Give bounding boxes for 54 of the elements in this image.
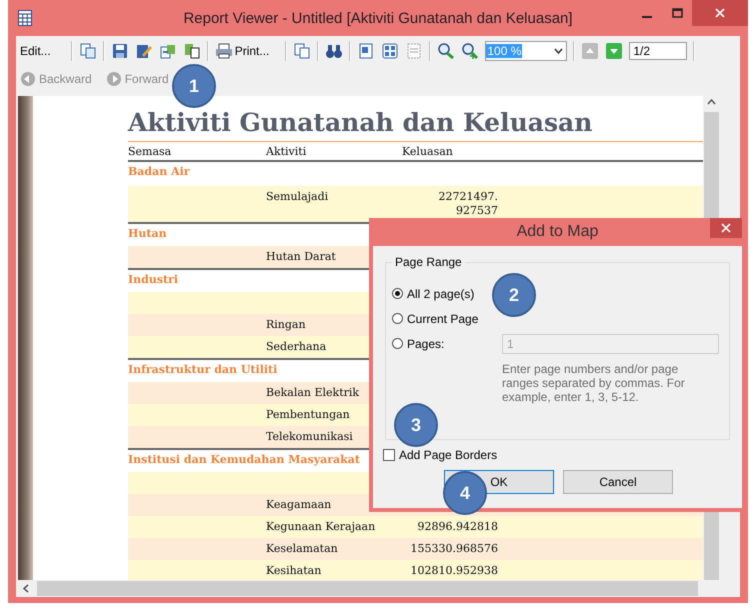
table-cell-text: Semulajadi	[266, 190, 330, 204]
export-icon[interactable]	[158, 42, 177, 60]
group-heading: Badan Air	[128, 165, 190, 178]
group-heading: Hutan	[128, 227, 167, 240]
table-cell-text: Telekomunikasi	[266, 430, 354, 444]
save-icon[interactable]	[110, 42, 129, 60]
copy-pages-icon[interactable]	[78, 42, 97, 60]
table-cell-text: Bekalan Elektrik	[266, 386, 360, 400]
cancel-button[interactable]: Cancel	[563, 470, 673, 494]
printer-icon	[214, 43, 233, 59]
close-icon	[715, 8, 725, 18]
window-title: Report Viewer - Untitled [Aktiviti Gunatanah dan Keluasan]	[183, 10, 573, 27]
print-button[interactable]: Print...	[214, 43, 270, 59]
table-cell-text: 102810.952938	[410, 564, 499, 578]
table-cell-text: 22721497. 927537	[438, 190, 499, 218]
help-text: Enter page numbers and/or page ranges separated by commas. For example, enter 1, 3, 5-12.	[502, 362, 686, 404]
zoom-in-icon[interactable]	[437, 42, 456, 60]
close-icon	[721, 223, 731, 233]
close-button[interactable]	[710, 218, 742, 238]
zoom-out-icon[interactable]	[461, 42, 480, 60]
next-page-icon[interactable]	[605, 42, 624, 60]
edit-document-icon[interactable]	[134, 42, 153, 60]
group-heading: Institusi dan Kemudahan Masyarakat	[128, 453, 360, 466]
table-cell-text: Sederhana	[266, 340, 328, 354]
import-icon[interactable]	[182, 42, 201, 60]
caret-icon	[554, 48, 564, 54]
table-cell-text: Kesihatan	[266, 564, 322, 578]
table-cell-text: Keagamaan	[266, 498, 332, 512]
edit-button[interactable]: Edit...	[20, 44, 51, 58]
page-number-field[interactable]: 1/2	[629, 42, 688, 60]
add-page-borders-checkbox[interactable]: Add Page Borders	[383, 448, 730, 462]
binoculars-icon[interactable]	[325, 42, 344, 60]
table-cell-text: 92896.942818	[416, 520, 499, 534]
column-header: Semasa	[128, 145, 172, 158]
multi-page-icon[interactable]	[381, 42, 400, 60]
table-cell-text: Pembentungan	[266, 408, 351, 422]
close-button[interactable]	[692, 0, 748, 26]
group-heading: Infrastruktur dan Utiliti	[128, 363, 278, 376]
copy-icon[interactable]	[293, 42, 312, 60]
table-cell-text: Ringan	[266, 318, 307, 332]
column-header: Keluasan	[402, 145, 454, 158]
group-heading: Industri	[128, 273, 178, 286]
report-title: Aktiviti Gunatanah dan Keluasan	[128, 108, 592, 137]
grid-app-icon	[18, 10, 32, 26]
radio-option[interactable]: Pages:	[392, 331, 502, 356]
dialog-title: Add to Map	[516, 223, 598, 241]
table-cell-text: Keselamatan	[266, 542, 339, 556]
column-header: Aktiviti	[266, 145, 308, 158]
maximize-icon	[672, 8, 682, 18]
table-cell-text: Kegunaan Kerajaan	[266, 520, 376, 534]
table-cell-text: 155330.968576	[410, 542, 499, 556]
minimize-icon	[642, 16, 652, 18]
single-page-icon[interactable]	[357, 42, 376, 60]
group-label: Page Range	[392, 255, 465, 269]
